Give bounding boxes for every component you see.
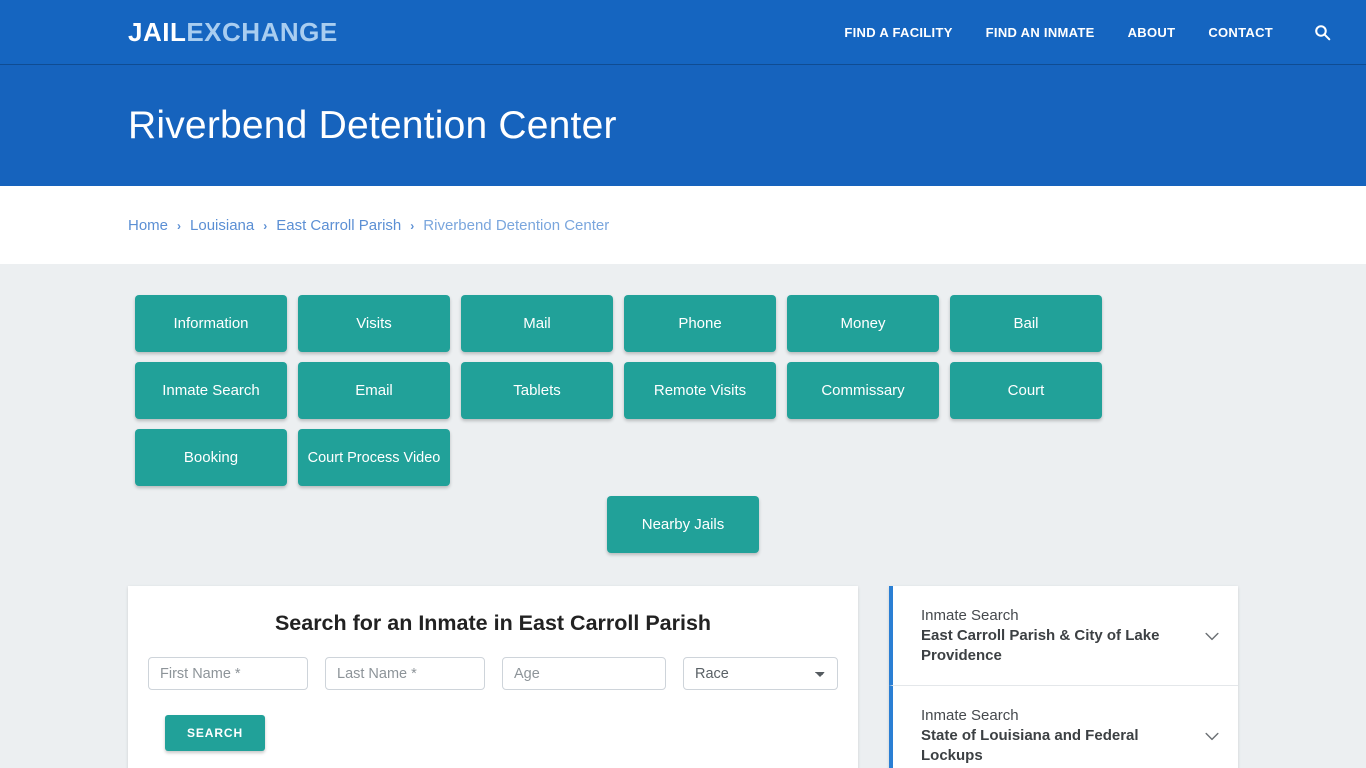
breadcrumb: Home › Louisiana › East Carroll Parish ›… [128,217,609,234]
section-button-nearby-jails[interactable]: Nearby Jails [607,496,759,553]
sidebar-item-label-line2: East Carroll Parish & City of Lake Provi… [921,626,1160,664]
section-button-information[interactable]: Information [135,295,287,352]
sidebar-item-label-line2: State of Louisiana and Federal Lockups [921,727,1139,764]
inmate-search-fields: Race [148,657,838,690]
section-button-court-process-video[interactable]: Court Process Video [298,429,450,486]
section-button-commissary[interactable]: Commissary [787,362,939,419]
breadcrumb-item-home[interactable]: Home [128,217,168,234]
inmate-search-heading: Search for an Inmate in East Carroll Par… [274,611,712,635]
section-button-court[interactable]: Court [950,362,1102,419]
breadcrumb-separator-icon: › [177,219,182,233]
age-input[interactable] [502,657,666,690]
section-button-email[interactable]: Email [298,362,450,419]
section-button-visits[interactable]: Visits [298,295,450,352]
section-button-booking[interactable]: Booking [135,429,287,486]
sidebar: Inmate Search East Carroll Parish & City… [889,586,1238,768]
section-button-tablets[interactable]: Tablets [461,362,613,419]
inmate-search-card: Search for an Inmate in East Carroll Par… [128,586,858,768]
sidebar-item-text: Inmate Search East Carroll Parish & City… [921,606,1202,665]
site-logo[interactable]: JAILEXCHANGE [128,17,338,48]
breadcrumb-item-louisiana[interactable]: Louisiana [190,217,254,234]
search-icon[interactable] [1311,21,1333,43]
main-navigation: FIND A FACILITY FIND AN INMATE ABOUT CON… [844,21,1346,43]
sidebar-item-inmate-search-state[interactable]: Inmate Search State of Louisiana and Fed… [889,686,1238,768]
nav-item-contact[interactable]: CONTACT [1208,25,1273,40]
main-column: Search for an Inmate in East Carroll Par… [128,586,858,768]
last-name-input[interactable] [325,657,485,690]
race-select[interactable]: Race [683,657,838,690]
breadcrumb-item-current: Riverbend Detention Center [423,216,610,234]
sidebar-item-label-line1: Inmate Search [921,607,1019,624]
section-button-bail[interactable]: Bail [950,295,1102,352]
page-body: Information Visits Mail Phone Money Bail… [0,264,1366,768]
breadcrumb-item-east-carroll-parish[interactable]: East Carroll Parish [276,217,401,234]
nav-item-about[interactable]: ABOUT [1128,25,1176,40]
sidebar-item-label-line1: Inmate Search [921,707,1019,725]
first-name-input[interactable] [148,657,308,690]
section-button-phone[interactable]: Phone [624,295,776,352]
content-columns: Search for an Inmate in East Carroll Par… [128,586,1238,768]
logo-text-jail: JAIL [128,16,187,47]
section-button-inmate-search[interactable]: Inmate Search [135,362,287,419]
section-button-remote-visits[interactable]: Remote Visits [624,362,776,419]
sidebar-item-text: Inmate Search State of Louisiana and Fed… [921,706,1202,765]
breadcrumb-bar: Home › Louisiana › East Carroll Parish ›… [0,186,1366,264]
breadcrumb-separator-icon: › [263,219,268,233]
page-title: Riverbend Detention Center [128,103,617,147]
facility-section-buttons-row-3: Nearby Jails [135,496,1231,553]
logo-text-exchange: EXCHANGE [186,16,338,47]
chevron-down-icon[interactable] [1202,726,1222,746]
section-button-mail[interactable]: Mail [461,295,613,352]
site-header: JAILEXCHANGE FIND A FACILITY FIND AN INM… [0,0,1366,65]
sidebar-accordion: Inmate Search East Carroll Parish & City… [889,586,1238,768]
nav-item-find-a-facility[interactable]: FIND A FACILITY [844,25,952,40]
page-title-band: Riverbend Detention Center [0,65,1366,186]
nav-item-find-an-inmate[interactable]: FIND AN INMATE [986,25,1095,40]
breadcrumb-separator-icon: › [410,219,415,233]
sidebar-item-inmate-search-parish[interactable]: Inmate Search East Carroll Parish & City… [889,586,1238,687]
search-button[interactable]: SEARCH [165,715,265,751]
facility-section-buttons: Information Visits Mail Phone Money Bail… [135,295,1231,486]
chevron-down-icon[interactable] [1202,626,1222,646]
section-button-money[interactable]: Money [787,295,939,352]
